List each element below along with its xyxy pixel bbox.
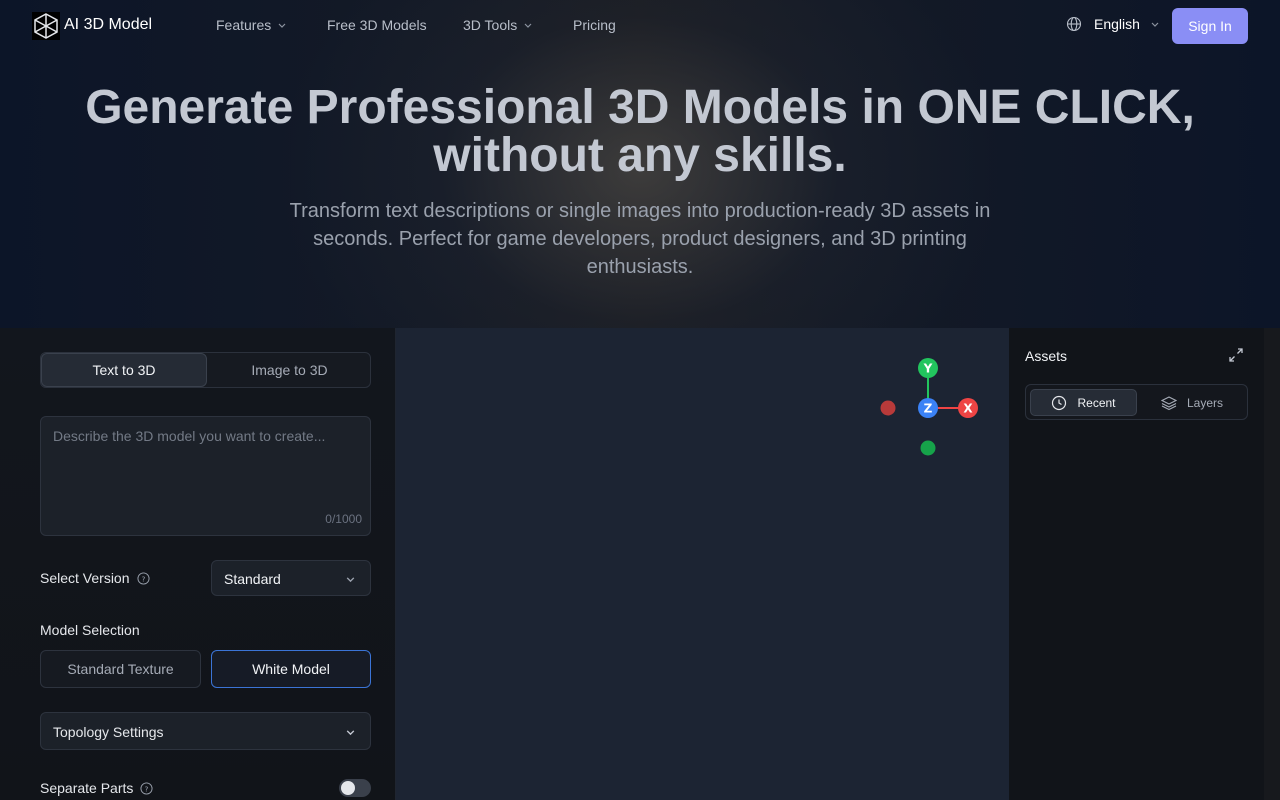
tab-text-to-3d[interactable]: Text to 3D <box>41 353 207 387</box>
hero-title-line-2: without any skills. <box>433 129 847 182</box>
neg-y-axis-dot[interactable] <box>920 440 936 456</box>
language-selector[interactable]: English <box>1066 16 1160 32</box>
tab-image-to-3d[interactable]: Image to 3D <box>207 353 372 387</box>
svg-text:?: ? <box>145 784 149 793</box>
separate-parts-toggle[interactable] <box>339 779 371 797</box>
hero-subtitle-line-2: seconds. Perfect for game developers, pr… <box>313 228 967 250</box>
scrollbar[interactable] <box>1264 328 1280 800</box>
version-select[interactable]: Standard <box>211 560 371 596</box>
language-label: English <box>1094 16 1140 32</box>
z-axis-label: Z <box>924 402 933 416</box>
tab-layers-label: Layers <box>1186 395 1224 410</box>
brand-name[interactable]: AI 3D Model <box>64 16 152 34</box>
chevron-down-icon <box>524 23 532 28</box>
help-circle-icon[interactable]: ? <box>136 571 150 585</box>
tab-layers[interactable]: Layers <box>1139 389 1245 416</box>
tab-recent[interactable]: Recent <box>1030 389 1137 416</box>
nav-3d-tools[interactable]: 3D Tools <box>463 17 533 33</box>
topology-settings-dropdown[interactable]: Topology Settings <box>40 712 371 750</box>
nav-pricing[interactable]: Pricing <box>573 17 616 33</box>
tab-recent-label: Recent <box>1077 395 1116 410</box>
clock-icon <box>1052 395 1067 410</box>
assets-panel: Assets Recent Layers <box>1009 328 1264 800</box>
sign-in-button[interactable]: Sign In <box>1172 8 1248 44</box>
assets-title: Assets <box>1025 348 1068 364</box>
standard-texture-option[interactable]: Standard Texture <box>40 650 201 688</box>
version-label-row: Select Version ? <box>40 570 150 586</box>
generator-panel: Text to 3D Image to 3D Describe the 3D m… <box>0 328 396 800</box>
separate-parts-label-row: Separate Parts ? <box>40 780 153 796</box>
hero-section: AI 3D Model Features Free 3D Models 3D T… <box>0 0 1280 328</box>
expand-icon[interactable] <box>1228 347 1244 363</box>
prompt-placeholder: Describe the 3D model you want to create… <box>53 428 326 444</box>
hero-title: Generate Professional 3D Models in ONE C… <box>0 84 1280 180</box>
y-axis-label: Y <box>923 362 933 376</box>
version-selected-value: Standard <box>224 571 281 587</box>
nav-3d-tools-label: 3D Tools <box>463 17 518 33</box>
hero-subtitle: Transform text descriptions or single im… <box>280 197 1000 281</box>
model-selection-label: Model Selection <box>40 622 140 638</box>
hero-subtitle-line-3: enthusiasts. <box>586 256 694 278</box>
chevron-down-icon <box>278 23 286 28</box>
layers-icon <box>1160 395 1177 410</box>
white-model-option[interactable]: White Model <box>211 650 371 688</box>
globe-icon <box>1066 16 1082 32</box>
neg-x-axis-dot[interactable] <box>880 400 896 416</box>
nav-free-3d-models[interactable]: Free 3D Models <box>327 17 427 33</box>
toggle-knob <box>341 781 355 795</box>
prompt-textarea[interactable]: Describe the 3D model you want to create… <box>40 416 371 536</box>
assets-tabs: Recent Layers <box>1025 384 1248 420</box>
svg-text:?: ? <box>141 574 145 583</box>
logo-cube-icon[interactable] <box>32 12 60 40</box>
help-circle-icon[interactable]: ? <box>140 781 153 795</box>
3d-viewport[interactable]: Y Z X <box>396 328 1009 800</box>
nav-features[interactable]: Features <box>216 17 287 33</box>
chevron-down-icon <box>346 730 355 736</box>
separate-parts-label: Separate Parts <box>40 780 134 796</box>
nav-free-3d-models-label: Free 3D Models <box>327 17 427 33</box>
chevron-down-icon <box>346 577 355 583</box>
version-label: Select Version <box>40 570 130 586</box>
hero-title-line-1: Generate Professional 3D Models in ONE C… <box>85 81 1195 134</box>
mode-tabs: Text to 3D Image to 3D <box>40 352 371 388</box>
chevron-down-icon <box>1151 22 1159 27</box>
top-nav: AI 3D Model Features Free 3D Models 3D T… <box>0 0 1280 52</box>
axis-gizmo[interactable]: Y Z X <box>871 352 981 462</box>
topology-settings-label: Topology Settings <box>53 724 164 740</box>
nav-features-label: Features <box>216 17 272 33</box>
x-axis-label: X <box>963 402 973 416</box>
hero-subtitle-line-1: Transform text descriptions or single im… <box>289 200 991 222</box>
prompt-char-counter: 0/1000 <box>325 512 362 526</box>
nav-pricing-label: Pricing <box>573 17 616 33</box>
